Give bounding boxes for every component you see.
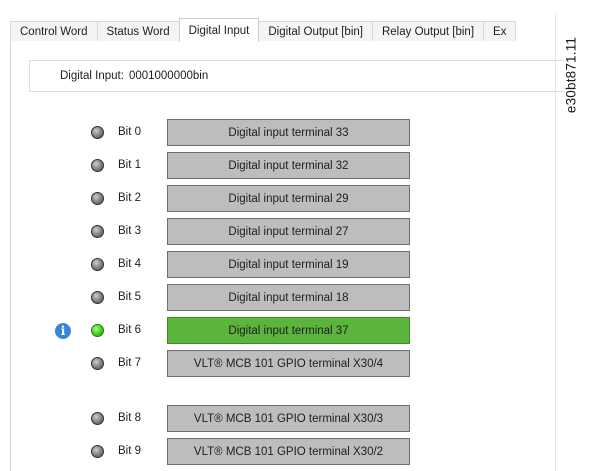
led-off-indicator-icon xyxy=(91,126,104,139)
bit-row: Bit 5 Digital input terminal 18 xyxy=(11,283,431,312)
led-off-indicator-icon xyxy=(91,291,104,304)
bit-label: Bit 5 xyxy=(118,291,142,303)
led-off-indicator-icon xyxy=(91,445,104,458)
led-on-indicator-icon xyxy=(91,324,104,337)
led-off-indicator-icon xyxy=(91,357,104,370)
bit-label: Bit 2 xyxy=(118,192,142,204)
tab-digital-output-bin[interactable]: Digital Output [bin] xyxy=(258,21,373,42)
tab-extra-truncated[interactable]: Ex xyxy=(483,21,517,42)
bit-label: Bit 8 xyxy=(118,412,142,424)
bit-row: Bit 4 Digital input terminal 19 xyxy=(11,250,431,279)
terminal-button[interactable]: Digital input terminal 32 xyxy=(167,152,410,179)
digital-input-panel: Digital Input: 0001000000bin Bit 0 Digita… xyxy=(10,41,565,471)
bit-row: Bit 0 Digital input terminal 33 xyxy=(11,118,431,147)
drive-monitor-window: Control Word Status Word Digital Input D… xyxy=(10,14,565,471)
tab-control-word[interactable]: Control Word xyxy=(10,21,98,42)
bit-row: i Bit 6 Digital input terminal 37 xyxy=(11,316,431,345)
led-off-indicator-icon xyxy=(91,225,104,238)
bit-row: Bit 3 Digital input terminal 27 xyxy=(11,217,431,246)
terminal-button[interactable]: VLT® MCB 101 GPIO terminal X30/2 xyxy=(167,438,410,465)
bit-label: Bit 4 xyxy=(118,258,142,270)
terminal-button[interactable]: Digital input terminal 29 xyxy=(167,185,410,212)
terminal-button[interactable]: VLT® MCB 101 GPIO terminal X30/3 xyxy=(167,405,410,432)
bit-row: Bit 1 Digital input terminal 32 xyxy=(11,151,431,180)
figure-code: e30bt871.11 xyxy=(553,25,589,125)
bit-label: Bit 1 xyxy=(118,159,142,171)
tab-relay-output-bin[interactable]: Relay Output [bin] xyxy=(371,21,485,42)
bit-row: Bit 8 VLT® MCB 101 GPIO terminal X30/3 xyxy=(11,404,431,433)
bit-label: Bit 7 xyxy=(118,357,142,369)
led-off-indicator-icon xyxy=(91,159,104,172)
terminal-button[interactable]: Digital input terminal 33 xyxy=(167,119,410,146)
bit-label: Bit 9 xyxy=(118,445,142,457)
terminal-button[interactable]: VLT® MCB 101 GPIO terminal X30/4 xyxy=(167,350,410,377)
bit-label: Bit 3 xyxy=(118,225,142,237)
digital-input-value: 0001000000bin xyxy=(128,70,209,82)
bit-row: Bit 9 VLT® MCB 101 GPIO terminal X30/2 xyxy=(11,437,431,466)
terminal-button[interactable]: Digital input terminal 37 xyxy=(167,317,410,344)
terminal-button[interactable]: Digital input terminal 19 xyxy=(167,251,410,278)
led-off-indicator-icon xyxy=(91,412,104,425)
led-off-indicator-icon xyxy=(91,192,104,205)
figure-code-text: e30bt871.11 xyxy=(563,36,579,114)
led-off-indicator-icon xyxy=(91,258,104,271)
digital-input-label: Digital Input: xyxy=(60,70,124,82)
bit-row: Bit 7 VLT® MCB 101 GPIO terminal X30/4 xyxy=(11,349,431,378)
bit-label: Bit 0 xyxy=(118,126,142,138)
terminal-button[interactable]: Digital input terminal 18 xyxy=(167,284,410,311)
tab-status-word[interactable]: Status Word xyxy=(96,21,180,42)
tab-digital-input[interactable]: Digital Input xyxy=(178,18,260,42)
bit-label: Bit 6 xyxy=(118,324,142,336)
terminal-button[interactable]: Digital input terminal 27 xyxy=(167,218,410,245)
info-icon[interactable]: i xyxy=(55,323,71,339)
digital-input-summary: Digital Input: 0001000000bin xyxy=(29,60,565,92)
tab-bar: Control Word Status Word Digital Input D… xyxy=(10,18,565,42)
bit-row: Bit 2 Digital input terminal 29 xyxy=(11,184,431,213)
